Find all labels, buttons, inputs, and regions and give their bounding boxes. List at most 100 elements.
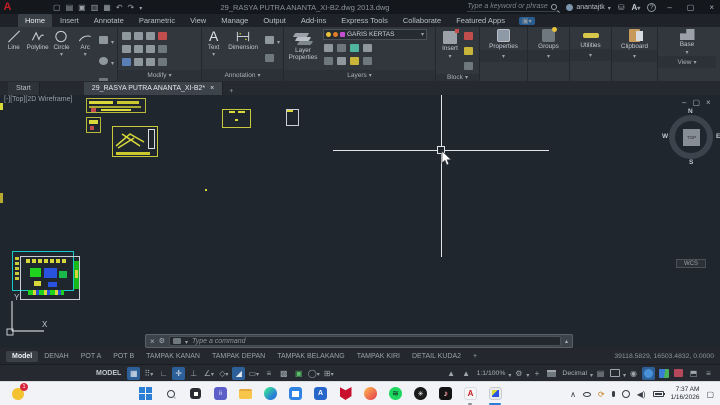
annotation-panel-label[interactable]: Annotation <box>202 69 283 81</box>
ellipse-tool[interactable] <box>98 52 114 70</box>
autoscale-icon[interactable]: ▲ <box>460 367 473 380</box>
layout-tab-tampak-kiri[interactable]: TAMPAK KIRI <box>351 351 406 362</box>
autocad-taskbar-button[interactable]: A <box>463 386 478 401</box>
chevron-down-icon[interactable] <box>84 51 87 58</box>
layer-freeze-sun-icon[interactable] <box>333 32 338 37</box>
share-icon[interactable]: ◉ <box>627 367 640 380</box>
mcafee-button[interactable] <box>338 386 353 401</box>
clock[interactable]: 7:37 AM 1/16/2026 <box>671 386 700 403</box>
offset-tool-icon[interactable] <box>158 58 167 66</box>
ribbon-tab-home[interactable]: Home <box>18 14 52 27</box>
annotation-visibility-icon[interactable]: ▲ <box>445 367 458 380</box>
ribbon-tab-output[interactable]: Output <box>256 14 293 27</box>
network-tray-icon[interactable] <box>622 390 630 398</box>
layout-tab-tampak-belakang[interactable]: TAMPAK BELAKANG <box>271 351 350 362</box>
blue-a-app-button[interactable]: A <box>313 386 328 401</box>
clean-screen-icon[interactable]: ⬒ <box>687 367 700 380</box>
copy-tool-icon[interactable] <box>122 45 131 53</box>
rotate-tool-icon[interactable] <box>134 32 143 40</box>
properties-tool[interactable]: Properties <box>480 27 527 50</box>
dynamic-ucs-icon[interactable]: ⊞ <box>322 367 335 380</box>
layer-color-swatch[interactable] <box>340 32 345 37</box>
taskbar-search-button[interactable] <box>163 386 178 401</box>
microsoft-store-button[interactable] <box>288 386 303 401</box>
layout-tab-pot-b[interactable]: POT B <box>107 351 140 362</box>
viewport-minimize-icon[interactable]: – <box>682 98 686 107</box>
layer-match-tool-icon[interactable] <box>324 57 333 65</box>
autodesk-a-icon[interactable]: A <box>632 3 641 12</box>
stretch-tool-icon[interactable] <box>122 58 131 66</box>
layer-lock-tool-icon[interactable] <box>363 44 372 52</box>
circle-tool[interactable]: Circle <box>51 29 73 58</box>
restore-button[interactable]: ▢ <box>683 3 699 12</box>
ribbon-tab-manage[interactable]: Manage <box>214 14 255 27</box>
task-view-button[interactable] <box>188 386 203 401</box>
layout-tab-pot-a[interactable]: POT A <box>75 351 108 362</box>
layer-prev-tool-icon[interactable] <box>337 57 346 65</box>
fillet-tool-icon[interactable] <box>146 45 155 53</box>
active-cad-window-button[interactable] <box>488 386 503 401</box>
snap-mode-toggle-icon[interactable]: ⠿ <box>142 367 155 380</box>
search-icon[interactable] <box>551 4 557 10</box>
close-tab-icon[interactable]: × <box>210 85 214 92</box>
chevron-down-icon[interactable] <box>60 51 63 58</box>
clipboard-panel-expander[interactable] <box>612 50 657 62</box>
leader-tool[interactable] <box>264 31 280 49</box>
new-layout-button[interactable]: + <box>467 351 483 362</box>
infer-constraints-icon[interactable]: ∟ <box>157 367 170 380</box>
file-explorer-button[interactable] <box>238 386 253 401</box>
teams-chat-button[interactable]: ii <box>213 386 228 401</box>
battery-tray-icon[interactable] <box>653 391 664 397</box>
undo-icon[interactable]: ↶ <box>116 3 123 12</box>
quick-properties-icon[interactable]: ▤ <box>594 367 607 380</box>
layout-tab-detail-kuda2[interactable]: DETAIL KUDA2 <box>406 351 467 362</box>
chevron-down-icon[interactable] <box>212 51 215 58</box>
ribbon-tab-parametric[interactable]: Parametric <box>132 14 182 27</box>
layout-tab-tampak-kanan[interactable]: TAMPAK KANAN <box>140 351 206 362</box>
layer-properties-tool[interactable]: Layer Properties <box>287 29 319 62</box>
ribbon-tab-collaborate[interactable]: Collaborate <box>396 14 448 27</box>
chevron-down-icon[interactable] <box>685 49 688 56</box>
block-attributes-icon[interactable] <box>464 62 473 70</box>
viewcube-west[interactable]: W <box>662 133 668 140</box>
paste-tool[interactable]: Clipboard <box>612 27 657 50</box>
command-expand-icon[interactable]: ▴ <box>565 338 568 345</box>
layer-walk-tool-icon[interactable] <box>363 57 372 65</box>
command-input[interactable]: Type a command <box>169 336 561 346</box>
groups-panel-expander[interactable] <box>528 50 569 62</box>
ribbon-tab-addins[interactable]: Add-ins <box>294 14 333 27</box>
open-file-icon[interactable]: ▤ <box>66 3 74 12</box>
layout-tab-denah[interactable]: DENAH <box>38 351 75 362</box>
modify-panel-label[interactable]: Modify <box>118 70 201 81</box>
ribbon-tab-featured-apps[interactable]: Featured Apps <box>449 14 512 27</box>
save-as-icon[interactable]: ▥ <box>91 3 99 12</box>
text-tool[interactable]: A Text <box>205 29 222 58</box>
layer-freeze-tool-icon[interactable] <box>350 44 359 52</box>
layer-unlock-tool-icon[interactable] <box>350 57 359 65</box>
explode-tool-icon[interactable] <box>158 45 167 53</box>
dimension-tool[interactable]: Dimension <box>228 29 258 51</box>
erase-tool-icon[interactable] <box>158 32 167 40</box>
transparency-toggle-icon[interactable]: ▩ <box>277 367 290 380</box>
close-button[interactable]: × <box>705 3 718 12</box>
viewport-close-icon[interactable]: × <box>706 98 711 107</box>
layer-off-tool-icon[interactable] <box>324 44 333 52</box>
microphone-tray-icon[interactable] <box>612 391 615 397</box>
viewcube-east[interactable]: E <box>716 133 720 140</box>
object-snap-tracking-icon[interactable]: ◢ <box>232 367 245 380</box>
hardware-acceleration-icon[interactable] <box>642 367 655 380</box>
create-block-icon[interactable] <box>464 32 473 40</box>
workspace-switching-icon[interactable]: ⚙ <box>512 367 525 380</box>
polar-tracking-icon[interactable]: ∠ <box>202 367 215 380</box>
measure-tool[interactable]: Utilities <box>570 27 611 49</box>
utilities-panel-expander[interactable] <box>570 49 611 61</box>
graphics-monitor-icon[interactable] <box>609 367 622 380</box>
tray-expand-chevron-icon[interactable]: ∧ <box>570 390 576 399</box>
mirror-tool-icon[interactable] <box>134 45 143 53</box>
table-tool[interactable] <box>264 52 280 64</box>
command-customize-icon[interactable]: ⚙ <box>159 337 165 345</box>
firefox-button[interactable] <box>363 386 378 401</box>
file-tab-drawing[interactable]: 29_RASYA PUTRA ANANTA_XI-B2* × <box>84 82 223 95</box>
app-store-cart-icon[interactable]: ⛁ <box>618 3 625 12</box>
block-panel-label[interactable]: Block <box>436 74 479 81</box>
